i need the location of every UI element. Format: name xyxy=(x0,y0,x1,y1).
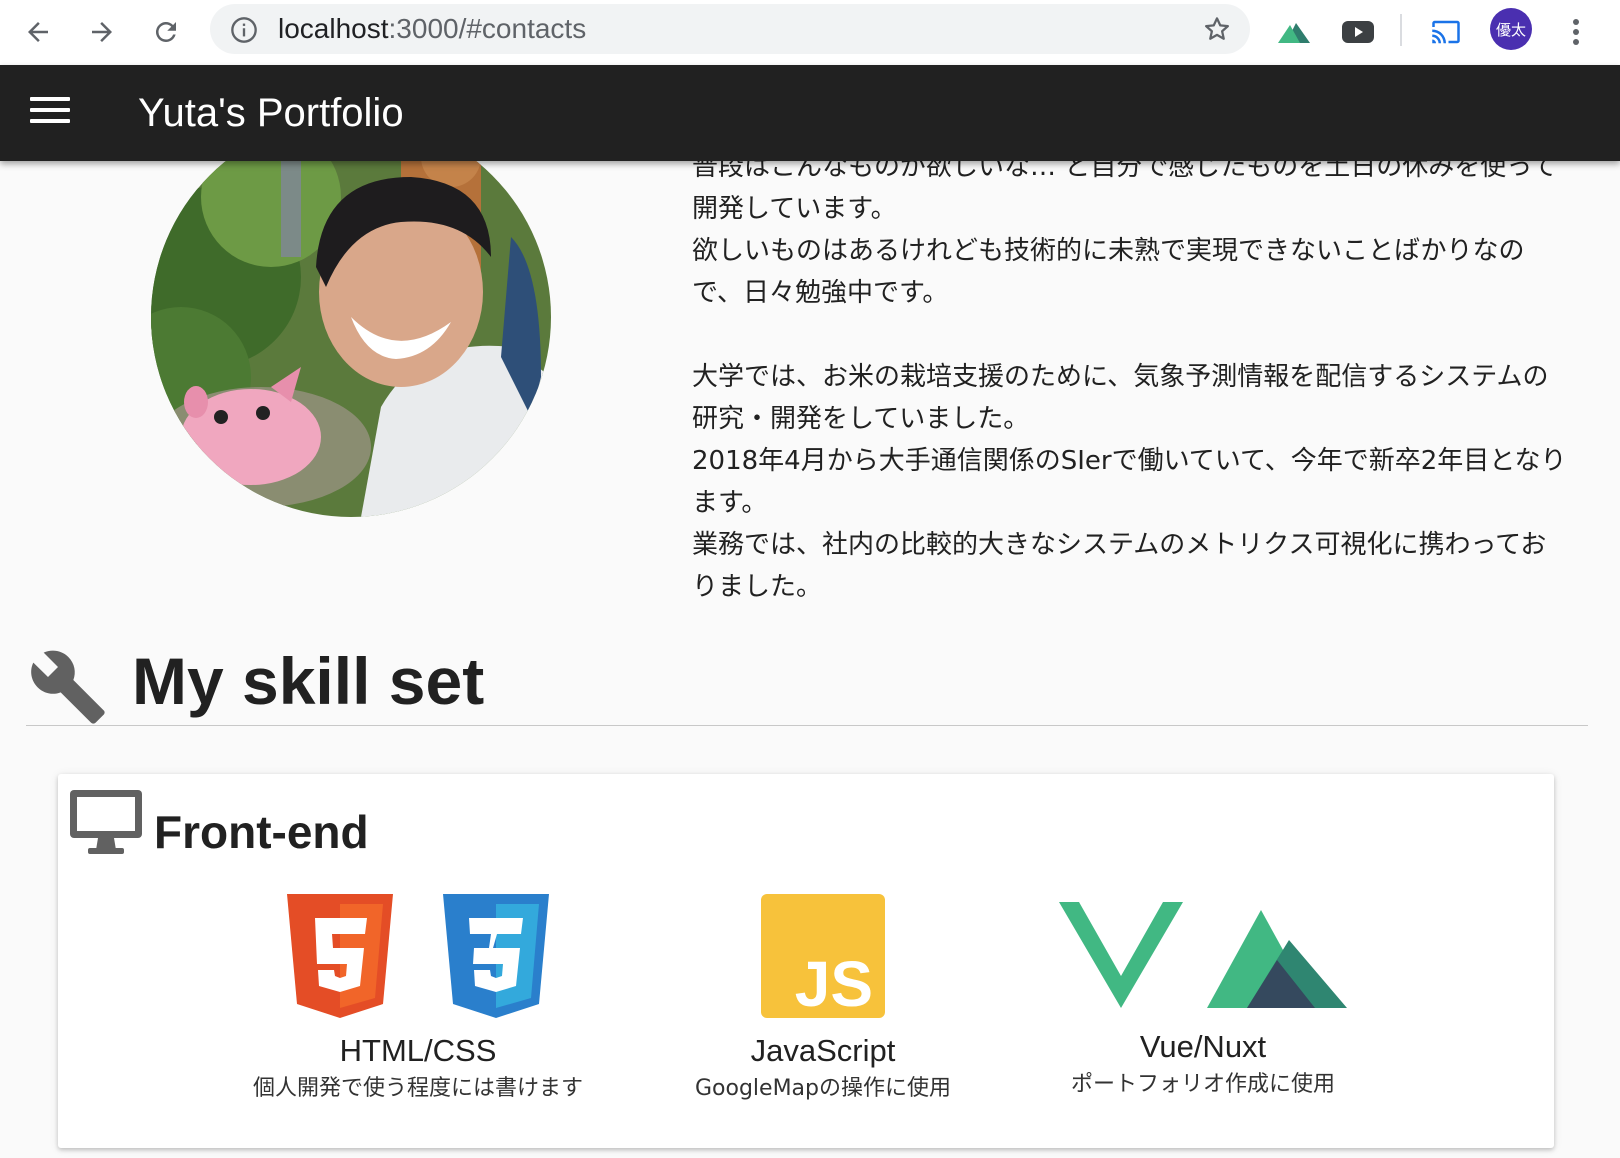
profile-avatar-button[interactable]: 優太 xyxy=(1490,8,1532,50)
cast-icon xyxy=(1432,20,1460,44)
vue-icon xyxy=(1059,902,1183,1008)
video-play-icon xyxy=(1342,21,1374,43)
forward-button[interactable] xyxy=(80,10,124,54)
skill-javascript: JS JavaScript GoogleMapの操作に使用 xyxy=(658,894,988,1104)
nuxt-icon xyxy=(1278,23,1310,43)
html5-icon xyxy=(287,894,393,1018)
about-text: 普段はこんなものが欲しいな… と自分で感じたものを土日の休みを使って開発していま… xyxy=(692,146,1572,608)
arrow-left-icon xyxy=(28,22,48,42)
browser-toolbar: localhost:3000/#contacts 優太 xyxy=(0,0,1620,65)
more-vertical-icon xyxy=(1573,19,1579,45)
menu-icon[interactable] xyxy=(30,97,70,129)
skill-section-heading: My skill set xyxy=(26,644,1588,726)
css3-icon xyxy=(443,894,549,1018)
skill-description: ポートフォリオ作成に使用 xyxy=(1070,1072,1335,1097)
arrow-right-icon xyxy=(92,22,112,42)
skill-description: GoogleMapの操作に使用 xyxy=(694,1076,951,1101)
video-extension-button[interactable] xyxy=(1336,10,1380,54)
skill-vue-nuxt: Vue/Nuxt ポートフォリオ作成に使用 xyxy=(1033,900,1373,1100)
app-bar: Yuta's Portfolio xyxy=(0,65,1620,161)
url-path: :3000/#contacts xyxy=(388,13,587,44)
url-host: localhost xyxy=(278,13,389,44)
about-paragraph: 大学では、お米の栽培支援のために、気象予測情報を配信するシステムの研究・開発をし… xyxy=(692,362,1549,434)
javascript-icon: JS xyxy=(761,894,885,1018)
skill-description: 個人開発で使う程度には書けます xyxy=(252,1076,583,1101)
reload-icon xyxy=(155,21,176,42)
back-button[interactable] xyxy=(16,10,60,54)
monitor-icon xyxy=(70,790,142,854)
wrench-icon xyxy=(31,650,105,724)
frontend-card: Front-end HTML/CSS 個人開発で使う程度には書けます JS Ja… xyxy=(58,774,1554,1148)
reload-button[interactable] xyxy=(144,10,188,54)
frontend-title: Front-end xyxy=(154,806,369,858)
address-bar[interactable]: localhost:3000/#contacts xyxy=(210,4,1250,54)
bookmark-star-icon[interactable] xyxy=(1202,14,1232,44)
skill-section-title: My skill set xyxy=(132,644,485,718)
about-paragraph: 欲しいものはあるけれども技術的に未熟で実現できないことばかりなので、日々勉強中で… xyxy=(692,236,1525,308)
skill-name: JavaScript xyxy=(750,1033,896,1068)
skill-html-css: HTML/CSS 個人開発で使う程度には書けます xyxy=(228,894,608,1104)
skill-name: HTML/CSS xyxy=(339,1033,497,1068)
nuxt-logo-icon xyxy=(1207,910,1347,1008)
about-paragraph: 2018年4月から大手通信関係のSIerで働いていて、今年で新卒2年目となります… xyxy=(692,446,1567,518)
nuxt-extension-button[interactable] xyxy=(1272,10,1316,54)
profile-photo xyxy=(151,117,551,517)
info-icon[interactable] xyxy=(230,16,258,44)
svg-text:JS: JS xyxy=(795,948,873,1018)
toolbar-divider xyxy=(1400,14,1402,46)
cast-button[interactable] xyxy=(1424,10,1468,54)
browser-menu-button[interactable] xyxy=(1554,10,1598,54)
skill-name: Vue/Nuxt xyxy=(1139,1029,1267,1064)
url-text: localhost:3000/#contacts xyxy=(278,15,586,43)
app-title: Yuta's Portfolio xyxy=(138,91,404,135)
about-paragraph: 業務では、社内の比較的大きなシステムのメトリクス可視化に携わっておりました。 xyxy=(692,530,1547,602)
